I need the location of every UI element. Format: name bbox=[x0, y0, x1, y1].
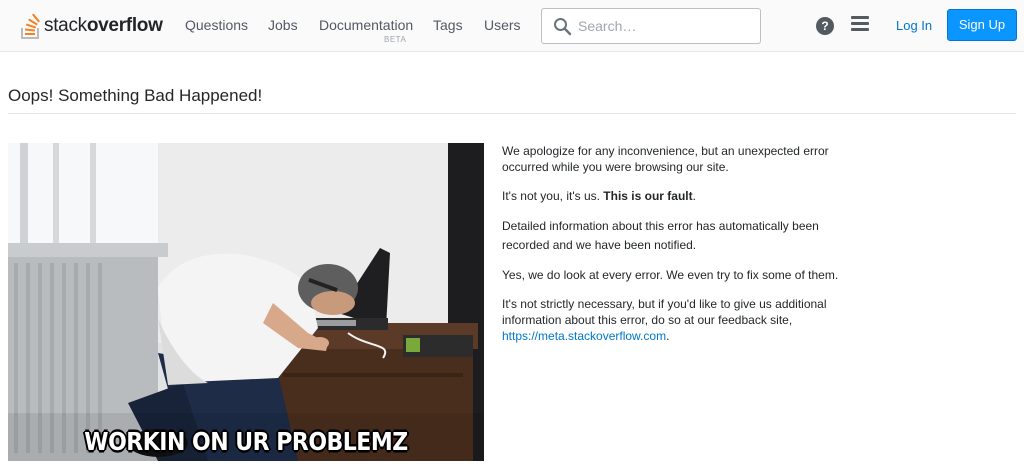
logo-text-suffix: overflow bbox=[86, 15, 163, 36]
fix-paragraph: Yes, we do look at every error. We even … bbox=[502, 268, 839, 282]
logo-text: stackoverflow bbox=[44, 15, 163, 37]
recorded-paragraph: Detailed information about this error ha… bbox=[502, 219, 819, 252]
meme-caption: WORKIN ON UR PROBLEMZ bbox=[84, 428, 408, 457]
documentation-beta-badge: BETA bbox=[384, 35, 407, 44]
fault-emphasis: This is our fault bbox=[603, 189, 693, 203]
top-bar: stackoverflow Questions Jobs Documentati… bbox=[0, 0, 1024, 52]
nav-users[interactable]: Users bbox=[484, 17, 521, 33]
apology-paragraph: We apologize for any inconvenience, but … bbox=[502, 144, 829, 174]
nav-documentation[interactable]: Documentation bbox=[319, 17, 413, 33]
login-link[interactable]: Log In bbox=[896, 18, 932, 33]
error-photo: WORKIN ON UR PROBLEMZ bbox=[8, 143, 484, 461]
developer-desk-illustration bbox=[8, 143, 484, 461]
help-icon[interactable]: ? bbox=[816, 17, 834, 35]
logo-text-prefix: stack bbox=[44, 15, 87, 36]
site-switcher-icon[interactable] bbox=[851, 16, 869, 36]
page-title: Oops! Something Bad Happened! bbox=[8, 86, 263, 105]
meta-feedback-link[interactable]: https://meta.stackoverflow.com bbox=[502, 329, 666, 343]
title-divider bbox=[8, 113, 1016, 114]
feedback-text: It's not strictly necessary, but if you'… bbox=[502, 297, 827, 327]
nav-jobs[interactable]: Jobs bbox=[268, 17, 298, 33]
stack-logo-icon bbox=[21, 13, 40, 39]
signup-button[interactable]: Sign Up bbox=[947, 9, 1017, 41]
search-box[interactable] bbox=[541, 8, 761, 44]
stackoverflow-logo[interactable]: stackoverflow bbox=[18, 11, 163, 41]
search-icon bbox=[554, 18, 572, 36]
feedback-paragraph: It's not strictly necessary, but if you'… bbox=[502, 296, 862, 344]
fault-paragraph: It's not you, it's us. This is our fault… bbox=[502, 188, 862, 204]
nav-tags[interactable]: Tags bbox=[433, 17, 463, 33]
fault-text: It's not you, it's us. bbox=[502, 189, 604, 203]
nav-questions[interactable]: Questions bbox=[185, 17, 248, 33]
feedback-period: . bbox=[666, 329, 670, 343]
search-input[interactable] bbox=[578, 16, 753, 36]
fault-period: . bbox=[692, 189, 696, 203]
